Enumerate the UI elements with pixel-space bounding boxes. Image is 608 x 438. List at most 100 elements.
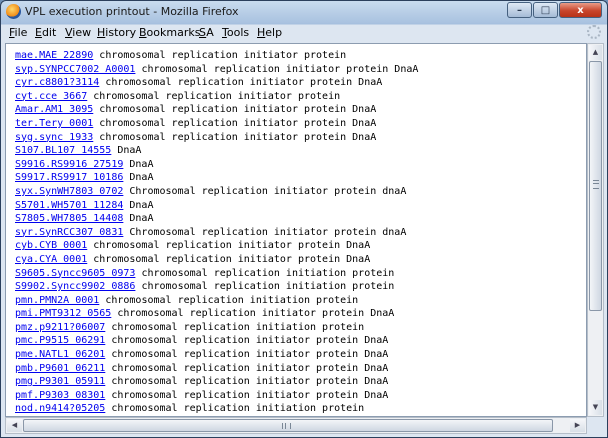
window-title: VPL execution printout - Mozilla Firefox — [25, 5, 239, 18]
menu-help[interactable]: Help — [257, 26, 282, 39]
gene-description: chromosomal replication initiator protei… — [105, 362, 389, 374]
menu-file[interactable]: File — [9, 26, 27, 39]
printout-line: pmg.P9301 05911 chromosomal replication … — [15, 375, 418, 389]
grip-icon — [282, 423, 291, 429]
gene-description: chromosomal replication initiator protei… — [93, 104, 377, 116]
vertical-scrollbar[interactable]: ▲ ▼ — [587, 43, 604, 417]
gene-link[interactable]: S5701.WH5701 11284 — [15, 200, 123, 211]
horizontal-scroll-thumb[interactable] — [23, 419, 553, 432]
printout-line: syg.sync 1933 chromosomal replication in… — [15, 131, 418, 145]
page-content: mae.MAE 22890 chromosomal replication in… — [5, 43, 587, 417]
gene-description: chromosomal replication initiator protei… — [93, 117, 377, 129]
gene-link[interactable]: pmc.P9515 06291 — [15, 335, 105, 346]
gene-link[interactable]: cyr.c8801?3114 — [15, 77, 99, 88]
gene-link[interactable]: syx.SynWH7803 0702 — [15, 186, 123, 197]
printout-line: pmc.P9515 06291 chromosomal replication … — [15, 334, 418, 348]
gene-description: chromosomal replication initiator protei… — [105, 376, 389, 388]
menu-history[interactable]: History — [97, 26, 136, 39]
close-icon: x — [577, 5, 584, 16]
gene-link[interactable]: cyt.cce 3667 — [15, 91, 87, 102]
printout-line: pmn.PMN2A 0001 chromosomal replication i… — [15, 294, 418, 308]
horizontal-scrollbar[interactable]: ◀ ▶ — [5, 417, 587, 434]
printout-line: S107.BL107 14555 DnaA — [15, 144, 418, 158]
printout-line: Amar.AM1 3095 chromosomal replication in… — [15, 103, 418, 117]
menu-edit[interactable]: Edit — [35, 26, 56, 39]
gene-link[interactable]: S9902.Syncc9902 0886 — [15, 281, 135, 292]
gene-link[interactable]: syr.SynRCC307 0831 — [15, 227, 123, 238]
gene-link[interactable]: Amar.AM1 3095 — [15, 104, 93, 115]
printout-line: syp.SYNPCC7002 A0001 chromosomal replica… — [15, 63, 418, 77]
gene-description: chromosomal replication initiator protei… — [105, 389, 389, 401]
vertical-scroll-thumb[interactable] — [589, 61, 602, 311]
gene-description: DnaA — [123, 199, 154, 211]
title-bar[interactable]: VPL execution printout - Mozilla Firefox… — [1, 1, 607, 23]
gene-link[interactable]: pmg.P9301 05911 — [15, 376, 105, 387]
gene-link[interactable]: pmi.PMT9312 0565 — [15, 308, 111, 319]
gene-link[interactable]: pmn.PMN2A 0001 — [15, 295, 99, 306]
gene-description: chromosomal replication initiation prote… — [135, 281, 395, 293]
gene-link[interactable]: syp.SYNPCC7002 A0001 — [15, 64, 135, 75]
scroll-left-button[interactable]: ◀ — [7, 419, 22, 432]
scroll-right-button[interactable]: ▶ — [570, 419, 585, 432]
printout-line: pmi.PMT9312 0565 chromosomal replication… — [15, 307, 418, 321]
scroll-down-button[interactable]: ▼ — [589, 400, 602, 415]
gene-link[interactable]: pmb.P9601 06211 — [15, 363, 105, 374]
gene-description: chromosomal replication initiator protei… — [93, 50, 347, 61]
printout-line: ter.Tery 0001 chromosomal replication in… — [15, 117, 418, 131]
printout-line: pmz.p9211?06007 chromosomal replication … — [15, 321, 418, 335]
gene-description: chromosomal replication initiation prote… — [105, 403, 365, 415]
printout-line: S9917.RS9917 10186 DnaA — [15, 171, 418, 185]
gene-description: chromosomal replication initiator protei… — [99, 77, 383, 89]
firefox-icon — [6, 4, 21, 19]
printout-line: cya.CYA 0001 chromosomal replication ini… — [15, 253, 418, 267]
gene-description: chromosomal replication initiator protei… — [111, 308, 395, 320]
printout-line: mae.MAE 22890 chromosomal replication in… — [15, 49, 418, 63]
minimize-icon: – — [517, 5, 522, 16]
maximize-button[interactable]: □ — [533, 2, 558, 18]
gene-link[interactable]: mae.MAE 22890 — [15, 50, 93, 61]
gene-description: DnaA — [123, 213, 154, 225]
maximize-icon: □ — [540, 5, 551, 16]
gene-link[interactable]: cya.CYA 0001 — [15, 254, 87, 265]
close-button[interactable]: x — [559, 2, 602, 18]
printout-lines: mae.MAE 22890 chromosomal replication in… — [15, 49, 418, 416]
gene-link[interactable]: S7805.WH7805 14408 — [15, 213, 123, 224]
printout-line: S9605.Syncc9605 0973 chromosomal replica… — [15, 267, 418, 281]
printout-line: pme.NATL1 06201 chromosomal replication … — [15, 348, 418, 362]
scroll-up-button[interactable]: ▲ — [589, 45, 602, 60]
menu-tools[interactable]: Tools — [222, 26, 249, 39]
gene-link[interactable]: S9605.Syncc9605 0973 — [15, 268, 135, 279]
gene-description: chromosomal replication initiator protei… — [87, 240, 371, 252]
printout-line: nod.n9414?05205 chromosomal replication … — [15, 402, 418, 416]
gene-link[interactable]: S9917.RS9917 10186 — [15, 172, 123, 183]
menu-sa[interactable]: SA — [199, 26, 214, 39]
printout-line: S9902.Syncc9902 0886 chromosomal replica… — [15, 280, 418, 294]
window-controls: – □ x — [506, 2, 602, 19]
throbber-icon — [587, 25, 601, 39]
gene-link[interactable]: S9916.RS9916 27519 — [15, 159, 123, 170]
gene-description: chromosomal replication initiation prote… — [105, 321, 365, 333]
gene-link[interactable]: pme.NATL1 06201 — [15, 349, 105, 360]
gene-description: chromosomal replication initiator protei… — [135, 63, 419, 75]
gene-description: chromosomal replication initiator protei… — [105, 335, 389, 347]
gene-link[interactable]: nod.n9414?05205 — [15, 403, 105, 414]
menu-view[interactable]: View — [65, 26, 91, 39]
printout-line: syr.SynRCC307 0831 Chromosomal replicati… — [15, 226, 418, 240]
gene-description: chromosomal replication initiation prote… — [135, 267, 395, 279]
menu-bookmarks[interactable]: Bookmarks — [139, 26, 200, 39]
gene-description: Chromosomal replication initiator protei… — [123, 185, 407, 197]
printout-line: cyt.cce 3667 chromosomal replication ini… — [15, 90, 418, 104]
gene-link[interactable]: pmz.p9211?06007 — [15, 322, 105, 333]
menu-bar: File Edit View History Bookmarks SA Tool… — [5, 24, 603, 42]
minimize-button[interactable]: – — [507, 2, 532, 18]
printout-line: S9916.RS9916 27519 DnaA — [15, 158, 418, 172]
printout-line: pmf.P9303 08301 chromosomal replication … — [15, 389, 418, 403]
printout-line: cyr.c8801?3114 chromosomal replication i… — [15, 76, 418, 90]
gene-description: Chromosomal replication initiator protei… — [123, 226, 407, 238]
gene-link[interactable]: S107.BL107 14555 — [15, 145, 111, 156]
browser-window: VPL execution printout - Mozilla Firefox… — [0, 0, 608, 438]
gene-link[interactable]: ter.Tery 0001 — [15, 118, 93, 129]
gene-link[interactable]: syg.sync 1933 — [15, 132, 93, 143]
gene-link[interactable]: pmf.P9303 08301 — [15, 390, 105, 401]
gene-link[interactable]: cyb.CYB 0001 — [15, 240, 87, 251]
